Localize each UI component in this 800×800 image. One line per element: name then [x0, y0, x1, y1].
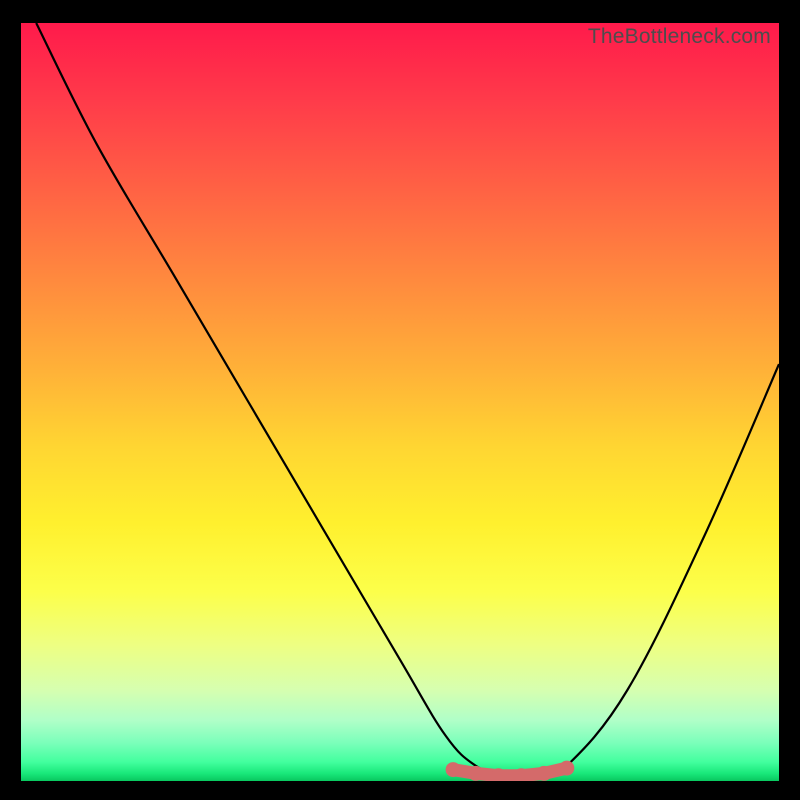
optimal-markers-group [446, 761, 575, 781]
curve-svg [21, 23, 779, 781]
optimal-marker [446, 762, 461, 777]
optimal-marker [559, 761, 574, 776]
plot-area: TheBottleneck.com [21, 23, 779, 781]
bottleneck-curve-path [36, 23, 779, 779]
chart-frame: TheBottleneck.com [0, 0, 800, 800]
optimal-marker [468, 766, 483, 781]
optimal-marker [537, 766, 552, 781]
